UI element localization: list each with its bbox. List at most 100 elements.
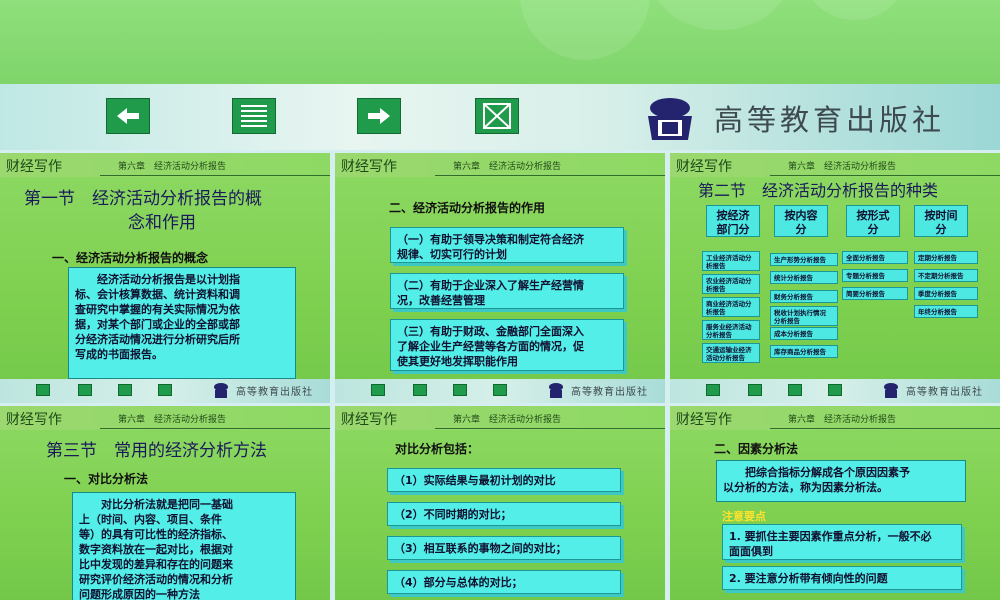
tag-line: 交通运输业经济 [706, 346, 752, 354]
slide-chapter: 第六章 经济活动分析报告 [788, 415, 897, 425]
header-rule [770, 428, 1000, 429]
mini-next-button[interactable] [118, 384, 132, 396]
slide-brand: 财经写作 [341, 412, 397, 428]
scroll-line: 问题形成原因的一种方法 [79, 588, 200, 600]
type-tag: 定期分析报告 [914, 251, 978, 264]
slide-thumbnail-6[interactable]: 财经写作 第六章 经济活动分析报告 二、因素分析法 把综合指标分解成各个原因因素… [670, 406, 1000, 600]
slide-chapter: 第六章 经济活动分析报告 [788, 162, 897, 172]
mini-publisher: 高等教育出版社 [547, 382, 648, 398]
scroll-line: 分经济活动情况进行分析研究后所 [75, 333, 240, 346]
slide-chapter: 第六章 经济活动分析报告 [453, 415, 562, 425]
publisher-emblem-icon [549, 383, 563, 398]
slide-thumbnail-4[interactable]: 财经写作 第六章 经济活动分析报告 第三节 常用的经济分析方法 一、对比分析法 … [0, 406, 330, 600]
scroll-line: 经济活动分析报告是以计划指 [75, 273, 240, 286]
box-line: （一）有助于领导决策和制定符合经济 [397, 233, 584, 246]
title-line: 念和作用 [128, 213, 196, 233]
slide-title: 第三节 常用的经济分析方法 [46, 441, 267, 461]
type-tag: 财务分析报告 [770, 290, 838, 303]
scroll-line: 把综合指标分解成各个原因因素予 [723, 466, 910, 479]
note-heading: 注意要点 [722, 510, 766, 523]
tag-line: 商业经济活动分 [706, 300, 752, 308]
cat-line: 分 [935, 223, 947, 236]
mini-publisher-name: 高等教育出版社 [236, 386, 313, 398]
cat-line: 部门分 [716, 223, 750, 236]
category-header: 按经济 部门分 [706, 205, 760, 237]
slide-header: 财经写作 第六章 经济活动分析报告 [0, 406, 330, 430]
box-line: 了解企业生产经营等各方面的情况，促 [397, 340, 584, 353]
point-box-2: 2. 要注意分析带有倾向性的问题 [722, 566, 962, 590]
type-tag: 简要分析报告 [842, 287, 908, 300]
slide-thumbnail-2[interactable]: 财经写作 第六章 经济活动分析报告 二、经济活动分析报告的作用 （一）有助于领导… [335, 153, 665, 403]
box-line: （二）有助于企业深入了解生产经营情 [397, 279, 584, 292]
slide-chapter: 第六章 经济活动分析报告 [118, 415, 227, 425]
slide-subtitle: 二、因素分析法 [714, 442, 799, 456]
slide-footer: 高等教育出版社 [0, 379, 330, 403]
slide-subtitle: 对比分析包括： [395, 442, 480, 456]
tag-line: 税收计划执行情况 [774, 309, 826, 317]
slide-footer: 高等教育出版社 [335, 379, 665, 403]
box-line: 况，改善经营管理 [397, 294, 485, 307]
type-tag: 工业经济活动分 析报告 [702, 251, 760, 271]
type-tag: 交通运输业经济 活动分析报告 [702, 343, 760, 363]
mini-menu-button[interactable] [748, 384, 762, 396]
mini-close-button[interactable] [158, 384, 172, 396]
decor-bubble [520, 0, 650, 60]
left-arrow-icon [117, 108, 139, 124]
box-line: 面面俱到 [729, 545, 773, 558]
slide-header: 财经写作 第六章 经济活动分析报告 [670, 153, 1000, 177]
scroll-line: 以分析的方法，称为因素分析法。 [723, 481, 888, 494]
publisher-emblem-icon [214, 383, 228, 398]
menu-button[interactable] [232, 98, 276, 134]
scroll-line: 等）的具有可比性的经济指标、 [79, 528, 233, 541]
scroll-line: 据，对某个部门或企业的全部或部 [75, 318, 240, 331]
tag-line: 服务业经济活动 [706, 323, 752, 331]
slide-subtitle: 一、对比分析法 [64, 472, 149, 486]
scroll-line: 标、会计核算数据、统计资料和调 [75, 288, 240, 301]
slide-thumbnail-1[interactable]: 财经写作 第六章 经济活动分析报告 第一节 经济活动分析报告的概 念和作用 一、… [0, 153, 330, 403]
cat-line: 分 [795, 223, 807, 236]
decor-bubble [650, 0, 790, 30]
slide-thumbnail-3[interactable]: 财经写作 第六章 经济活动分析报告 第二节 经济活动分析报告的种类 按经济 部门分… [670, 153, 1000, 403]
mini-close-button[interactable] [828, 384, 842, 396]
type-tag: 统计分析报告 [770, 271, 838, 284]
close-button[interactable] [475, 98, 519, 134]
cat-line: 按形式 [856, 209, 890, 222]
menu-lines-icon [241, 105, 267, 127]
mini-close-button[interactable] [493, 384, 507, 396]
next-button[interactable] [357, 98, 401, 134]
mini-next-button[interactable] [453, 384, 467, 396]
header-rule [100, 175, 330, 176]
header-rule [100, 428, 330, 429]
scroll-line: 对比分析法就是把同一基础 [79, 498, 233, 511]
mini-prev-button[interactable] [371, 384, 385, 396]
tag-line: 活动分析报告 [706, 354, 745, 362]
slide-chapter: 第六章 经济活动分析报告 [118, 162, 227, 172]
mini-prev-button[interactable] [36, 384, 50, 396]
mini-next-button[interactable] [788, 384, 802, 396]
slide-footer: 高等教育出版社 [670, 379, 1000, 403]
type-tag: 年终分析报告 [914, 305, 978, 318]
prev-button[interactable] [106, 98, 150, 134]
header-rule [770, 175, 1000, 176]
cat-line: 按经济 [716, 209, 750, 222]
slide-header: 财经写作 第六章 经济活动分析报告 [670, 406, 1000, 430]
mini-menu-button[interactable] [413, 384, 427, 396]
role-box-1: （一）有助于领导决策和制定符合经济 规律、切实可行的计划 [390, 227, 624, 263]
slide-brand: 财经写作 [676, 159, 732, 175]
type-tag: 不定期分析报告 [914, 269, 978, 282]
slide-title: 第一节 经济活动分析报告的概 念和作用 [24, 187, 262, 235]
slide-header: 财经写作 第六章 经济活动分析报告 [335, 406, 665, 430]
mini-prev-button[interactable] [706, 384, 720, 396]
cat-line: 分 [867, 223, 879, 236]
method-scroll: 对比分析法就是把同一基础 上（时间、内容、项目、条件 等）的具有可比性的经济指标… [72, 492, 296, 600]
category-header: 按形式分 [846, 205, 900, 237]
mini-menu-button[interactable] [78, 384, 92, 396]
tag-line: 析报告 [706, 308, 726, 316]
slide-brand: 财经写作 [676, 412, 732, 428]
tag-line: 工业经济活动分 [706, 254, 752, 262]
slide-chapter: 第六章 经济活动分析报告 [453, 162, 562, 172]
slide-thumbnail-5[interactable]: 财经写作 第六章 经济活动分析报告 对比分析包括： （1）实际结果与最初计划的对… [335, 406, 665, 600]
publisher-emblem-icon [648, 98, 692, 140]
mini-publisher-name: 高等教育出版社 [906, 386, 983, 398]
scroll-line: 上（时间、内容、项目、条件 [79, 513, 222, 526]
